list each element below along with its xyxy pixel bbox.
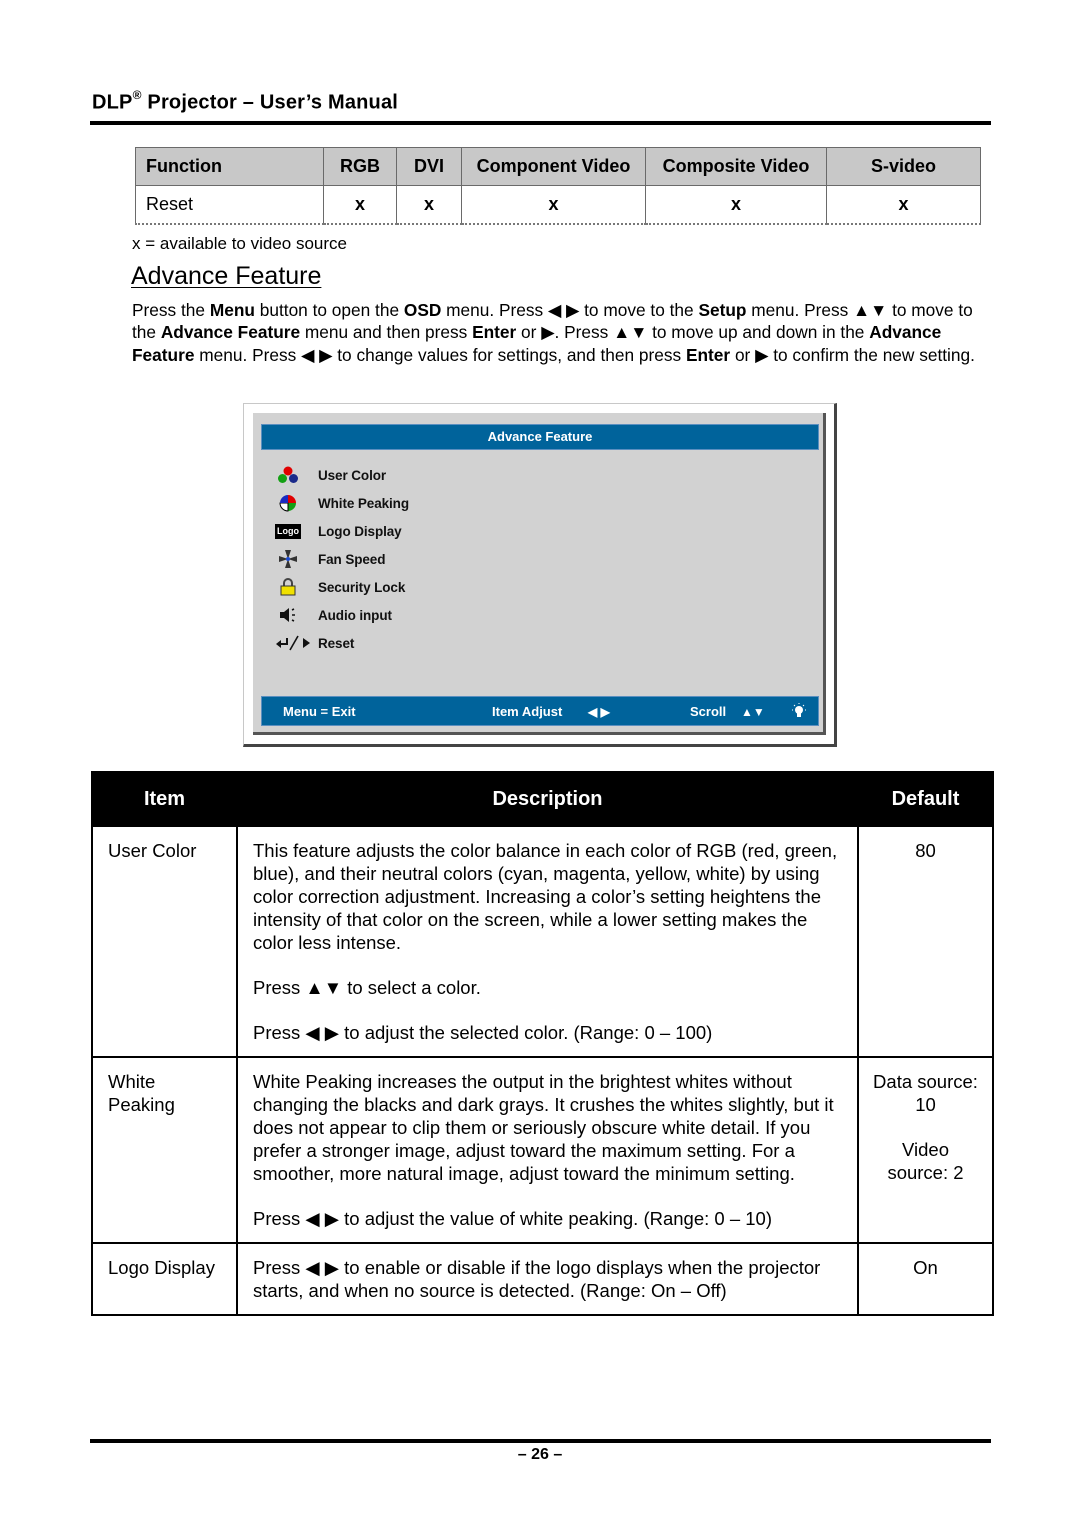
osd-item-label: Fan Speed (318, 551, 386, 567)
intro-paragraph: Press the Menu button to open the OSD me… (132, 299, 982, 366)
user-color-icon (274, 465, 302, 485)
logo-icon-text: Logo (275, 523, 301, 539)
default-cell: 80 (857, 825, 994, 1058)
feature-description-table: Item Description Default User Color This … (91, 771, 994, 1316)
col-rgb: RGB (323, 147, 397, 186)
col-dvi: DVI (396, 147, 462, 186)
availability-note: x = available to video source (132, 234, 347, 253)
osd-item-label: User Color (318, 467, 387, 483)
item-name-cell: Logo Display (91, 1242, 238, 1316)
page-number: – 26 – (517, 1446, 563, 1463)
source-availability-table: Function RGB DVI Component Video Composi… (135, 147, 981, 225)
osd-item-user-color[interactable]: User Color (274, 464, 386, 486)
up-down-arrows-icon: ▲▼ (741, 705, 765, 719)
title-rest: Projector – User’s Manual (141, 91, 399, 114)
osd-item-label: Audio input (318, 607, 392, 623)
rgb-cell: x (323, 185, 397, 225)
default-value: Video source: 2 (887, 1139, 964, 1183)
registered-mark: ® (132, 88, 142, 102)
col-s-video: S-video (826, 147, 981, 186)
table-row: Reset x x x x x (135, 185, 981, 225)
col-function: Function (135, 147, 324, 186)
logo-display-icon: Logo (274, 521, 302, 541)
intro-bold-term: Enter (685, 344, 731, 365)
section-title: Advance Feature (131, 262, 322, 290)
osd-footer-bar: Menu = Exit Item Adjust ◀ ▶ Scroll ▲▼ (261, 696, 819, 726)
default-cell: On (857, 1242, 994, 1316)
osd-item-label: Reset (318, 635, 355, 651)
lightbulb-icon (792, 702, 806, 723)
menu-exit-hint: Menu = Exit (283, 704, 356, 719)
description-paragraph: White Peaking increases the output in th… (253, 1071, 834, 1184)
fan-speed-icon (274, 549, 302, 569)
audio-input-icon (274, 605, 302, 625)
header-rule (90, 121, 991, 125)
intro-bold-term: Setup (698, 300, 747, 320)
item-adjust-hint: Item Adjust (492, 704, 563, 719)
intro-bold-term: Menu (209, 300, 255, 320)
dvi-cell: x (396, 185, 462, 225)
default-cell: Data source: 10 Video source: 2 (857, 1056, 994, 1244)
col-description: Description (236, 771, 859, 827)
intro-text: or ▶. Press ▲▼ to move up and down in th… (516, 322, 870, 343)
intro-text: menu. Press ◀ ▶ to change values for set… (194, 344, 686, 365)
brand-name: DLP (92, 91, 133, 114)
osd-item-white-peaking[interactable]: White Peaking (274, 492, 409, 514)
col-composite-video: Composite Video (645, 147, 827, 186)
osd-item-reset[interactable]: Reset (274, 632, 354, 654)
description-cell: This feature adjusts the color balance i… (236, 825, 859, 1058)
security-lock-icon (274, 577, 302, 597)
intro-text: Press the (132, 300, 210, 320)
osd-item-label: White Peaking (318, 495, 409, 511)
white-peaking-icon (274, 493, 302, 513)
col-component-video: Component Video (461, 147, 646, 186)
description-paragraph: Press ▲▼ to select a color. (253, 977, 481, 998)
description-paragraph: Press ◀ ▶ to adjust the selected color. … (253, 1022, 713, 1043)
reset-icon (274, 633, 312, 653)
default-value: 80 (915, 840, 936, 861)
svideo-cell: x (826, 185, 981, 225)
osd-item-security-lock[interactable]: Security Lock (274, 576, 405, 598)
description-paragraph: This feature adjusts the color balance i… (253, 840, 838, 953)
item-name-cell: White Peaking (91, 1056, 238, 1244)
function-cell: Reset (135, 185, 324, 225)
intro-bold-term: OSD (403, 300, 442, 320)
table-row: User Color This feature adjusts the color… (91, 825, 994, 1058)
composite-cell: x (645, 185, 827, 225)
source-table-header: Function RGB DVI Component Video Composi… (135, 147, 981, 186)
osd-item-label: Logo Display (318, 523, 402, 539)
intro-text: button to open the (254, 300, 404, 320)
osd-menu-panel (253, 413, 826, 735)
intro-bold-term: Advance Feature (160, 322, 301, 343)
table-row: Logo Display Press ◀ ▶ to enable or disab… (91, 1242, 994, 1316)
intro-bold-term: Enter (472, 322, 517, 343)
osd-item-fan-speed[interactable]: Fan Speed (274, 548, 385, 570)
description-paragraph: Press ◀ ▶ to adjust the value of white p… (253, 1208, 772, 1229)
osd-item-label: Security Lock (318, 579, 406, 595)
component-cell: x (461, 185, 646, 225)
col-default: Default (857, 771, 994, 827)
intro-text: menu. Press ◀ ▶ to move to the (441, 300, 699, 320)
manual-title: DLP® Projector – User’s Manual (92, 88, 399, 115)
default-value: Data source: 10 (873, 1071, 978, 1115)
default-value: On (913, 1257, 938, 1278)
col-item: Item (91, 771, 238, 827)
intro-text: menu and then press (300, 322, 473, 343)
intro-text: or ▶ to confirm the new setting. (730, 344, 975, 365)
osd-title-bar: Advance Feature (261, 424, 819, 450)
osd-item-logo-display[interactable]: Logo Logo Display (274, 520, 402, 542)
table-row: White Peaking White Peaking increases the… (91, 1056, 994, 1244)
scroll-hint: Scroll (690, 704, 727, 719)
description-table-header: Item Description Default (91, 771, 994, 827)
description-cell: Press ◀ ▶ to enable or disable if the lo… (236, 1242, 859, 1316)
description-paragraph: Press ◀ ▶ to enable or disable if the lo… (253, 1257, 821, 1301)
item-name-cell: User Color (91, 825, 238, 1058)
osd-item-audio-input[interactable]: Audio input (274, 604, 392, 626)
footer-rule (90, 1439, 991, 1443)
left-right-arrows-icon: ◀ ▶ (588, 705, 610, 719)
description-cell: White Peaking increases the output in th… (236, 1056, 859, 1244)
